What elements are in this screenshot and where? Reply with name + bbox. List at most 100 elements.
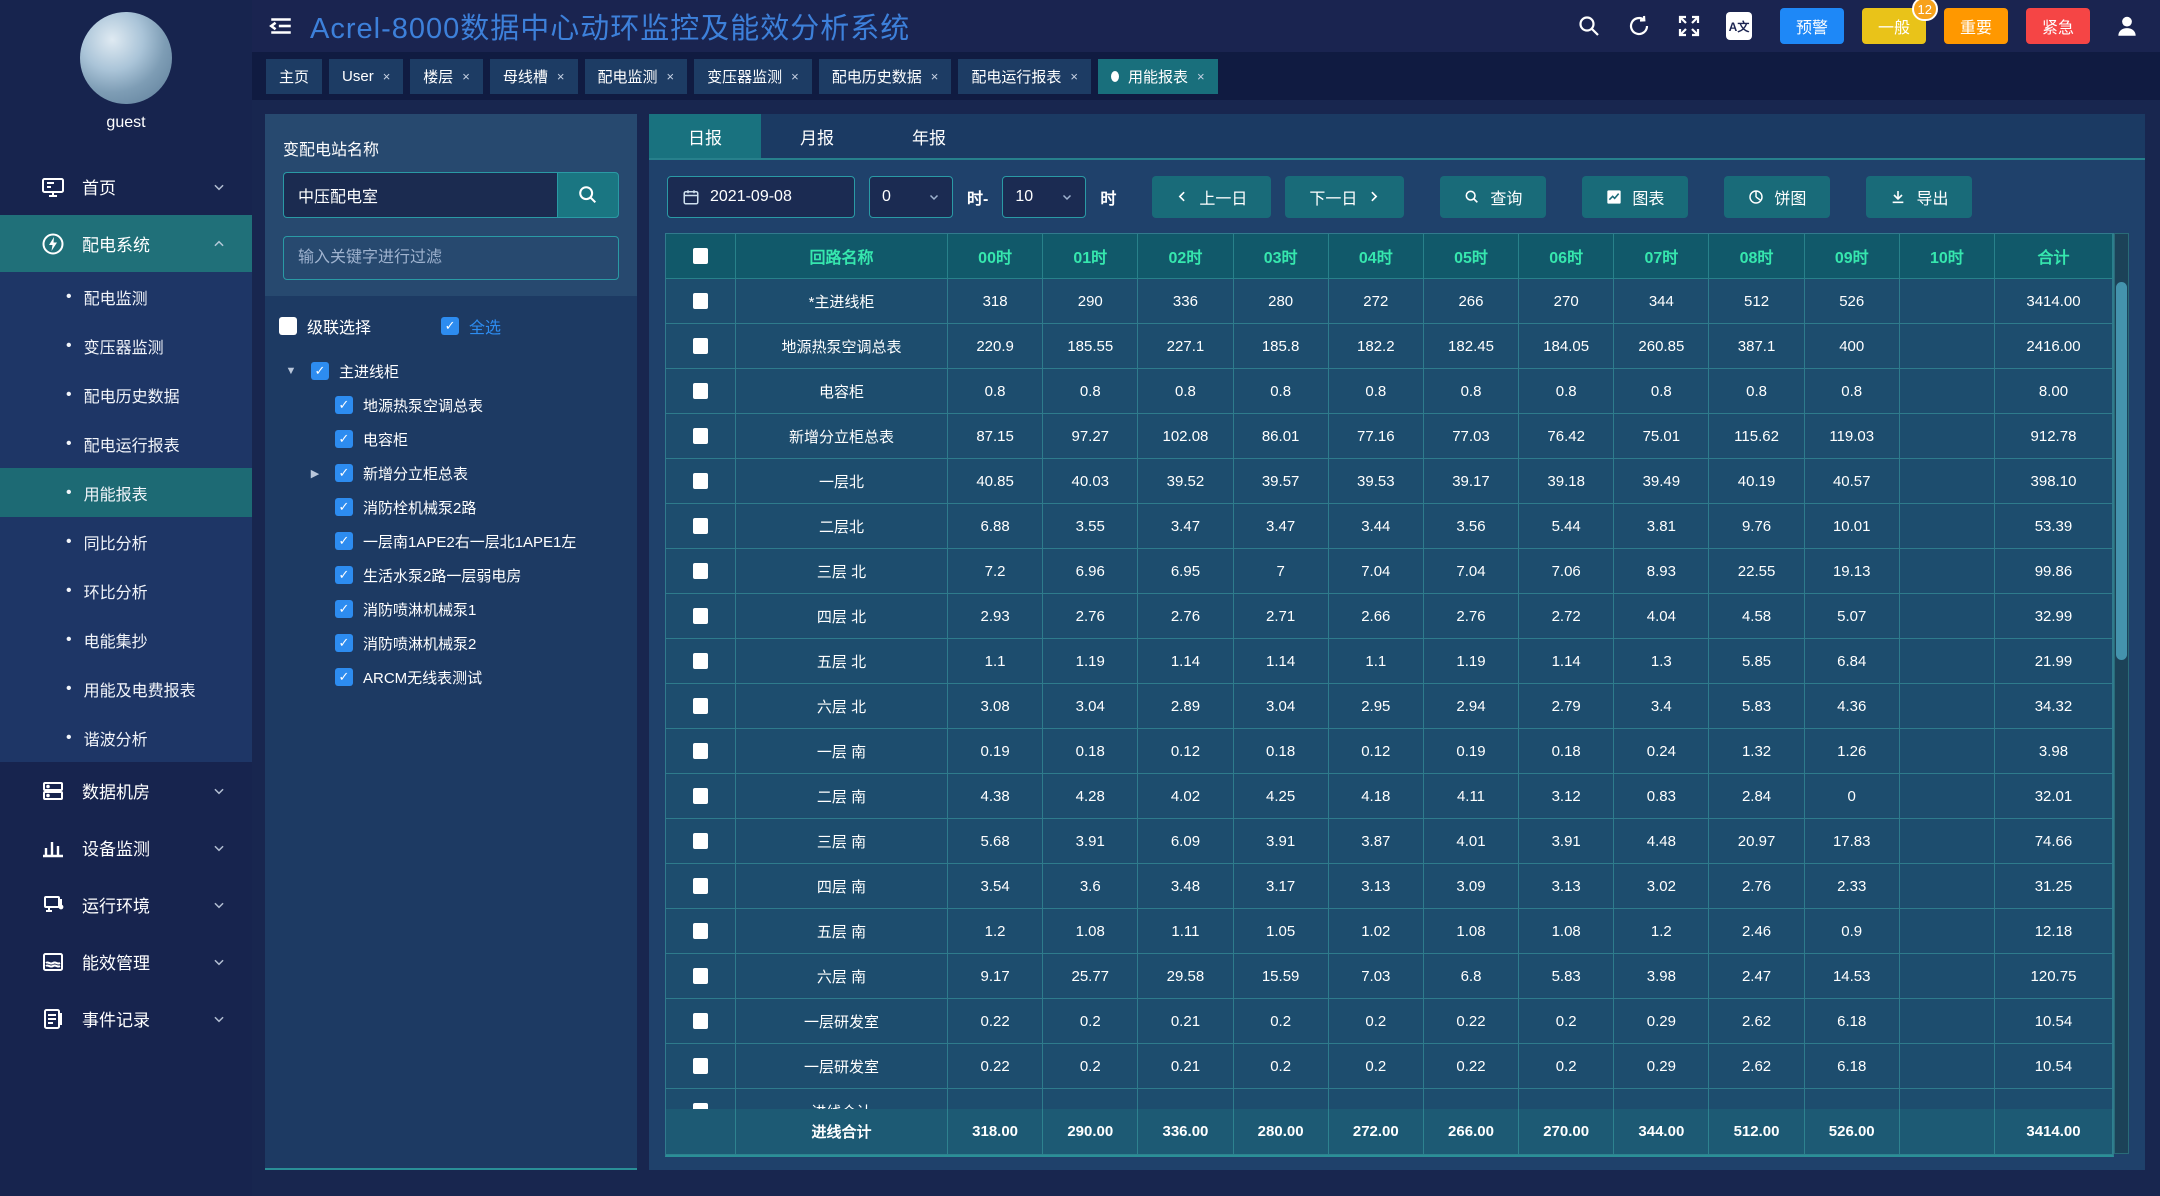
close-tab-icon[interactable]: × xyxy=(1197,69,1205,84)
export-button[interactable]: 导出 xyxy=(1866,176,1972,218)
page-tab-配电运行报表[interactable]: 配电运行报表× xyxy=(958,59,1091,94)
row-checkbox[interactable] xyxy=(693,428,708,444)
sidebar-item-用能及电费报表[interactable]: •用能及电费报表 xyxy=(0,664,252,713)
row-checkbox[interactable] xyxy=(693,833,708,849)
row-checkbox[interactable] xyxy=(693,608,708,624)
sidebar-item-事件记录[interactable]: 事件记录 xyxy=(0,990,252,1047)
sidebar-item-运行环境[interactable]: 运行环境 xyxy=(0,876,252,933)
tree-node-消防喷淋机械泵1[interactable]: ✓消防喷淋机械泵1 xyxy=(271,592,631,626)
query-button[interactable]: 查询 xyxy=(1440,176,1546,218)
tree-node-主进线柜[interactable]: ▼✓主进线柜 xyxy=(271,354,631,388)
sidebar-item-配电运行报表[interactable]: •配电运行报表 xyxy=(0,419,252,468)
tree-checkbox[interactable]: ✓ xyxy=(335,532,353,550)
sidebar-item-变压器监测[interactable]: •变压器监测 xyxy=(0,321,252,370)
pie-button[interactable]: 饼图 xyxy=(1724,176,1830,218)
tree-checkbox[interactable]: ✓ xyxy=(311,362,329,380)
tree-node-消防喷淋机械泵2[interactable]: ✓消防喷淋机械泵2 xyxy=(271,626,631,660)
sidebar-item-首页[interactable]: 首页 xyxy=(0,158,252,215)
chart-button[interactable]: 图表 xyxy=(1582,176,1688,218)
sidebar-item-配电监测[interactable]: •配电监测 xyxy=(0,272,252,321)
tree-node-电容柜[interactable]: ✓电容柜 xyxy=(271,422,631,456)
sidebar-item-电能集抄[interactable]: •电能集抄 xyxy=(0,615,252,664)
row-checkbox[interactable] xyxy=(693,698,708,714)
sidebar-item-配电历史数据[interactable]: •配电历史数据 xyxy=(0,370,252,419)
close-tab-icon[interactable]: × xyxy=(667,69,675,84)
tree-node-一层南1APE2右一层北1APE1左[interactable]: ✓一层南1APE2右一层北1APE1左 xyxy=(271,524,631,558)
search-icon[interactable] xyxy=(1576,13,1602,39)
row-checkbox[interactable] xyxy=(693,743,708,759)
tree-node-地源热泵空调总表[interactable]: ✓地源热泵空调总表 xyxy=(271,388,631,422)
tree-checkbox[interactable]: ✓ xyxy=(335,668,353,686)
tree-node-消防栓机械泵2路[interactable]: ✓消防栓机械泵2路 xyxy=(271,490,631,524)
row-checkbox[interactable] xyxy=(693,1058,708,1074)
hour-to-select[interactable]: 10 xyxy=(1002,176,1086,218)
user-avatar[interactable] xyxy=(80,12,172,104)
select-all-checkbox[interactable]: ✓ xyxy=(441,317,459,335)
collapse-menu-icon[interactable] xyxy=(266,11,296,41)
row-checkbox[interactable] xyxy=(693,473,708,489)
sidebar-item-谐波分析[interactable]: •谐波分析 xyxy=(0,713,252,762)
row-checkbox[interactable] xyxy=(693,653,708,669)
tree-checkbox[interactable]: ✓ xyxy=(335,600,353,618)
row-checkbox[interactable] xyxy=(693,878,708,894)
sidebar-item-环比分析[interactable]: •环比分析 xyxy=(0,566,252,615)
sidebar-item-同比分析[interactable]: •同比分析 xyxy=(0,517,252,566)
close-tab-icon[interactable]: × xyxy=(931,69,939,84)
report-tab-年报[interactable]: 年报 xyxy=(873,114,985,158)
sidebar-item-配电系统[interactable]: 配电系统 xyxy=(0,215,252,272)
row-checkbox[interactable] xyxy=(693,383,708,399)
page-tab-母线槽[interactable]: 母线槽× xyxy=(490,59,578,94)
alert-button-重要[interactable]: 重要 xyxy=(1944,8,2008,44)
tree-node-生活水泵2路一层弱电房[interactable]: ✓生活水泵2路一层弱电房 xyxy=(271,558,631,592)
tree-checkbox[interactable]: ✓ xyxy=(335,396,353,414)
close-tab-icon[interactable]: × xyxy=(1070,69,1078,84)
row-checkbox[interactable] xyxy=(693,518,708,534)
row-checkbox[interactable] xyxy=(693,563,708,579)
page-tab-User[interactable]: User× xyxy=(329,59,403,94)
report-tab-月报[interactable]: 月报 xyxy=(761,114,873,158)
cascade-checkbox[interactable] xyxy=(279,317,297,335)
alert-button-一般[interactable]: 一般12 xyxy=(1862,8,1926,44)
page-tab-变压器监测[interactable]: 变压器监测× xyxy=(694,59,812,94)
tree-node-ARCM无线表测试[interactable]: ✓ARCM无线表测试 xyxy=(271,660,631,694)
language-icon[interactable]: A文 xyxy=(1726,12,1752,40)
table-scrollbar[interactable] xyxy=(2114,233,2129,1154)
row-checkbox[interactable] xyxy=(693,923,708,939)
scrollbar-thumb[interactable] xyxy=(2116,282,2127,660)
caret-down-icon[interactable]: ▼ xyxy=(281,365,301,377)
keyword-filter-input[interactable] xyxy=(283,236,619,280)
station-name-input[interactable] xyxy=(283,172,557,218)
page-tab-配电历史数据[interactable]: 配电历史数据× xyxy=(819,59,952,94)
caret-right-icon[interactable]: ▶ xyxy=(305,467,325,480)
tree-checkbox[interactable]: ✓ xyxy=(335,566,353,584)
fullscreen-icon[interactable] xyxy=(1676,13,1702,39)
refresh-icon[interactable] xyxy=(1626,13,1652,39)
page-tab-配电监测[interactable]: 配电监测× xyxy=(585,59,688,94)
tree-checkbox[interactable]: ✓ xyxy=(335,634,353,652)
alert-button-预警[interactable]: 预警 xyxy=(1780,8,1844,44)
page-tab-主页[interactable]: 主页 xyxy=(266,59,322,94)
close-tab-icon[interactable]: × xyxy=(462,69,470,84)
select-all-rows-checkbox[interactable] xyxy=(693,248,708,264)
select-all-label[interactable]: 全选 xyxy=(469,314,501,338)
date-picker[interactable]: 2021-09-08 xyxy=(667,176,855,218)
hour-from-select[interactable]: 0 xyxy=(869,176,953,218)
tree-checkbox[interactable]: ✓ xyxy=(335,498,353,516)
next-day-button[interactable]: 下一日 xyxy=(1285,176,1404,218)
sidebar-item-设备监测[interactable]: 设备监测 xyxy=(0,819,252,876)
alert-button-紧急[interactable]: 紧急 xyxy=(2026,8,2090,44)
row-checkbox[interactable] xyxy=(693,1013,708,1029)
user-icon[interactable] xyxy=(2114,13,2140,39)
row-checkbox[interactable] xyxy=(693,968,708,984)
page-tab-用能报表[interactable]: 用能报表× xyxy=(1098,59,1218,94)
close-tab-icon[interactable]: × xyxy=(383,69,391,84)
sidebar-item-数据机房[interactable]: 数据机房 xyxy=(0,762,252,819)
row-checkbox[interactable] xyxy=(693,788,708,804)
page-tab-楼层[interactable]: 楼层× xyxy=(410,59,483,94)
close-tab-icon[interactable]: × xyxy=(557,69,565,84)
report-tab-日报[interactable]: 日报 xyxy=(649,114,761,158)
tree-checkbox[interactable]: ✓ xyxy=(335,430,353,448)
row-checkbox[interactable] xyxy=(693,293,708,309)
row-checkbox[interactable] xyxy=(693,338,708,354)
station-search-button[interactable] xyxy=(557,172,619,218)
